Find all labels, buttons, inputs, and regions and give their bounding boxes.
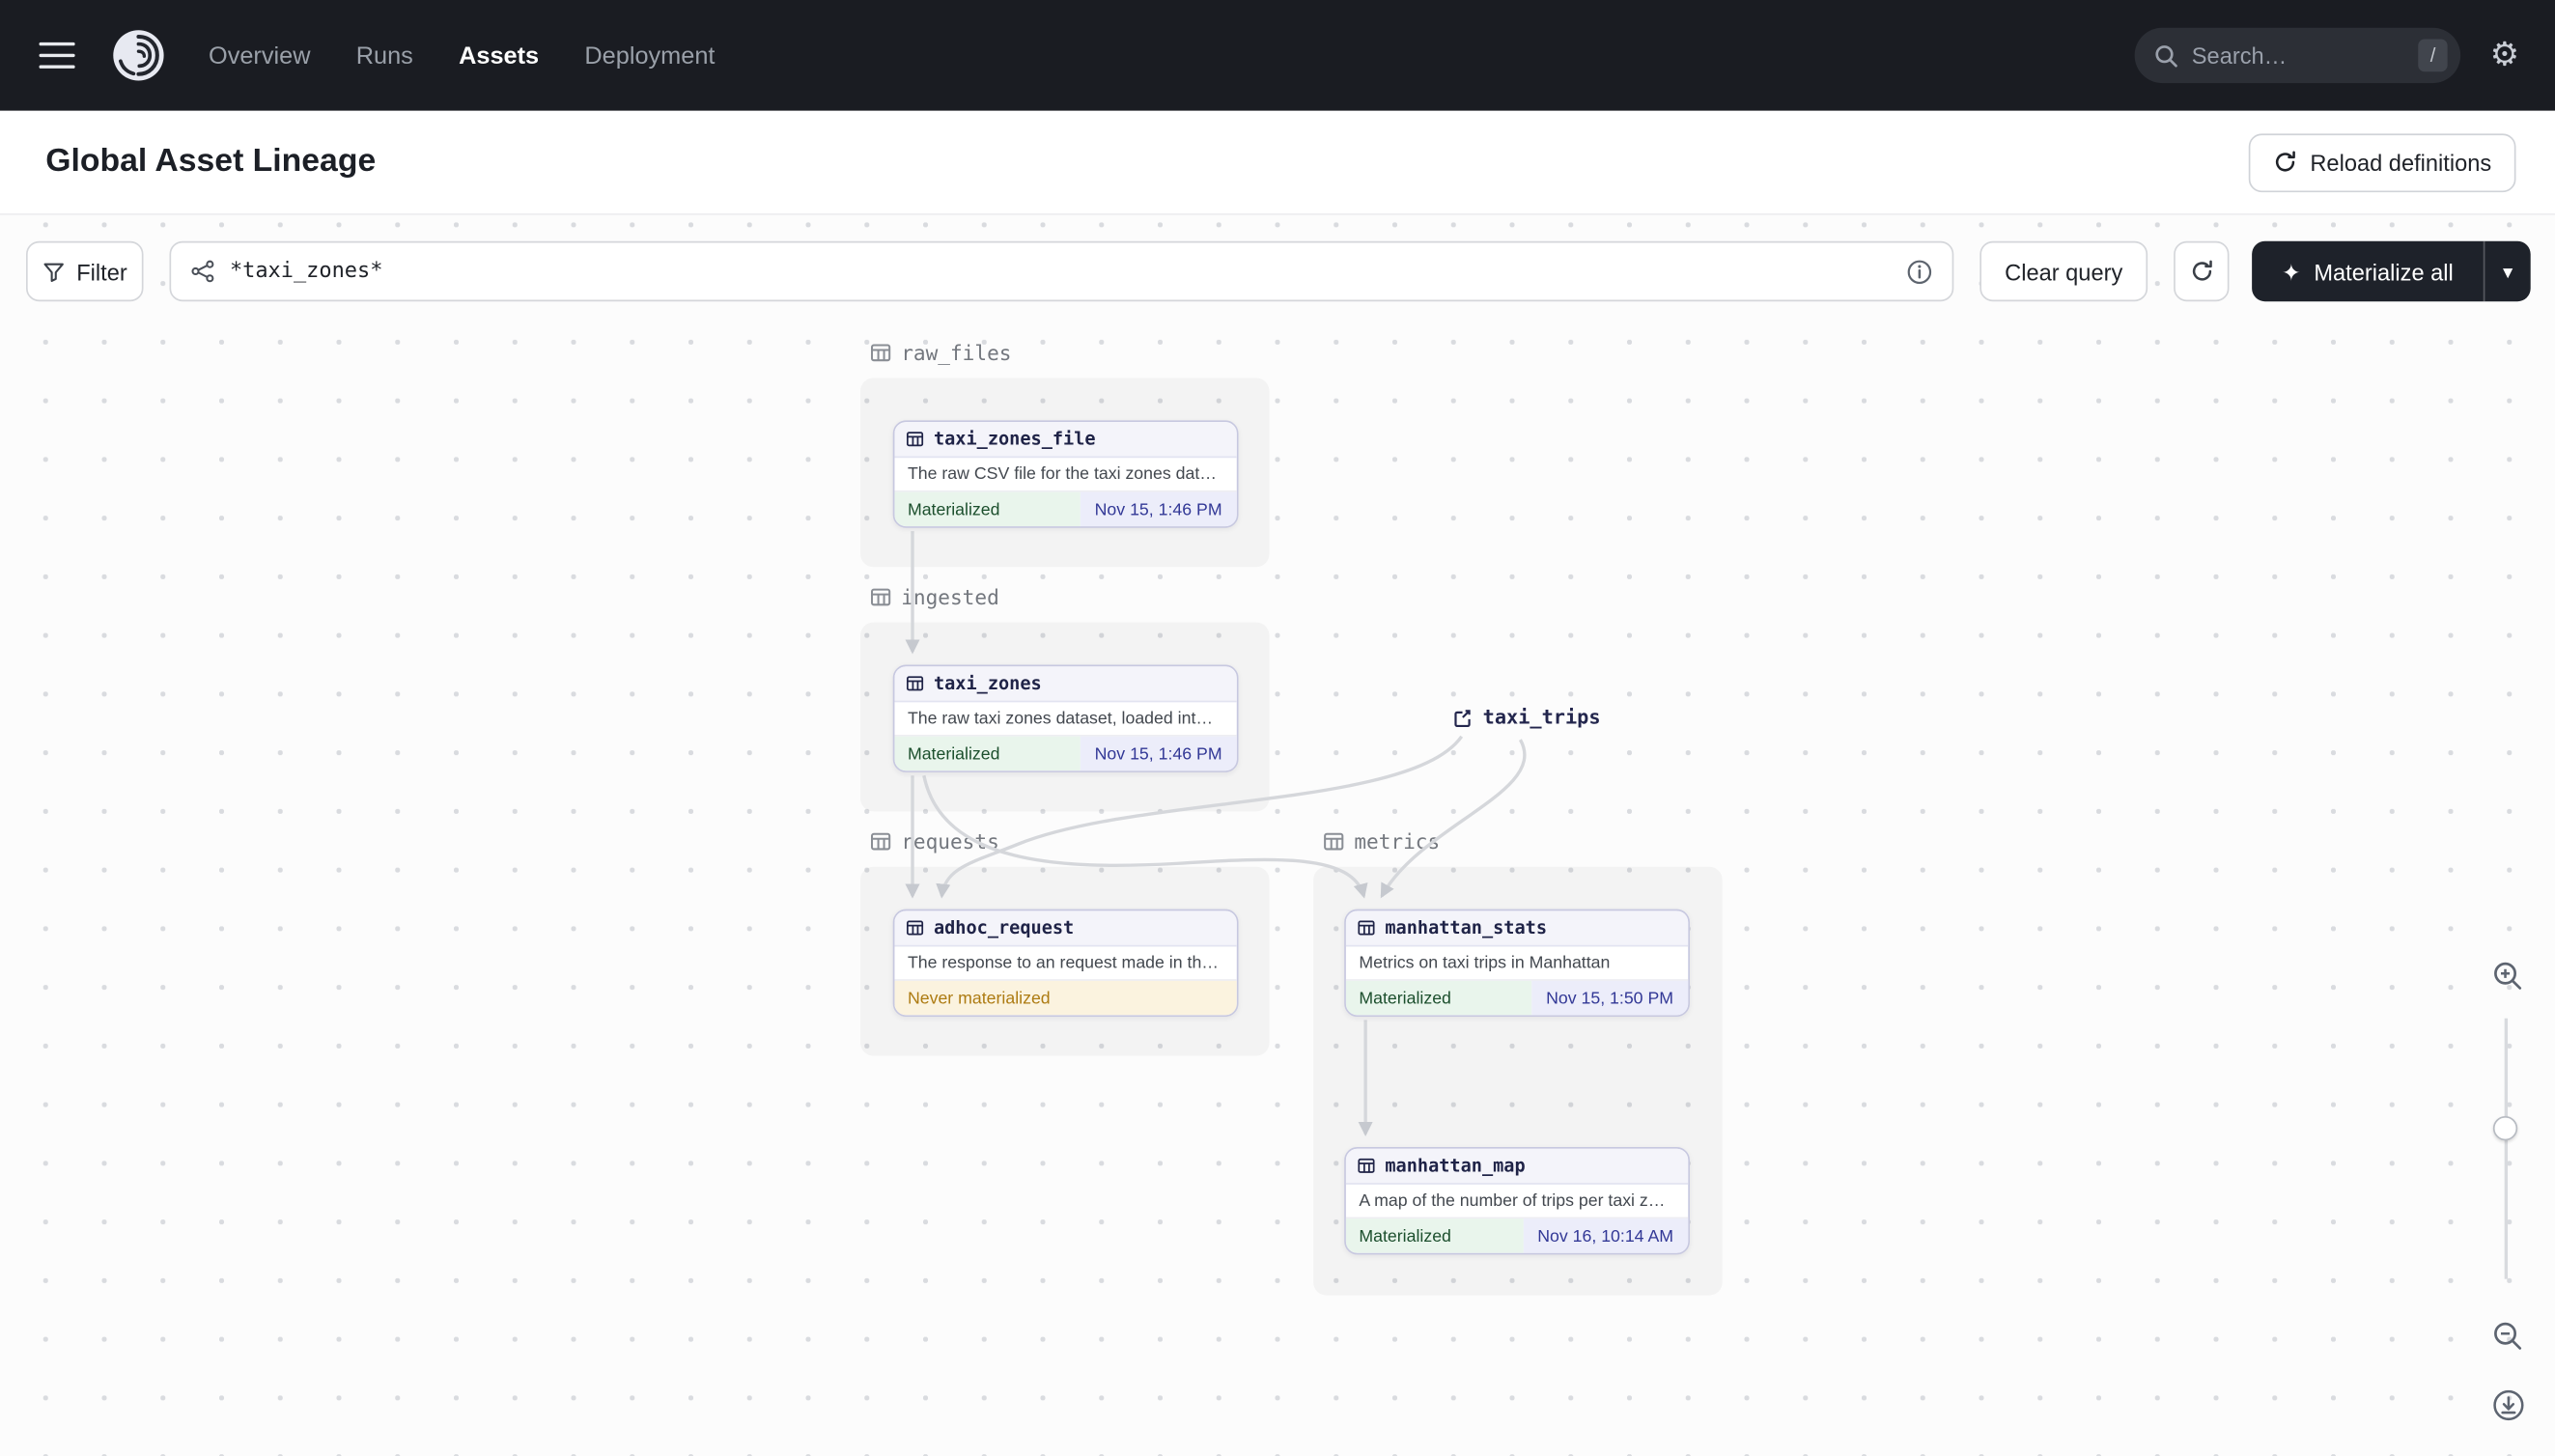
asset-node-header: taxi_zones bbox=[894, 666, 1237, 703]
asset-description: Metrics on taxi trips in Manhattan bbox=[1359, 953, 1611, 973]
asset-node-header: taxi_zones_file bbox=[894, 422, 1237, 459]
top-navbar: Overview Runs Assets Deployment / ⚙ bbox=[0, 0, 2555, 111]
asset-description: The raw taxi zones dataset, loaded int… bbox=[907, 709, 1214, 729]
asset-name: taxi_zones bbox=[933, 672, 1042, 694]
asset-taxi_trips[interactable]: taxi_trips bbox=[1452, 705, 1601, 729]
status-badge: Materialized bbox=[894, 736, 1081, 771]
asset-node-manhattan_map[interactable]: manhattan_map A map of the number of tri… bbox=[1344, 1147, 1690, 1255]
asset-footer: Materialized Nov 15, 1:46 PM bbox=[894, 735, 1237, 771]
asset-node-taxi_zones_file[interactable]: taxi_zones_file The raw CSV file for the… bbox=[892, 420, 1239, 528]
asset-footer: Materialized Nov 16, 10:14 AM bbox=[1345, 1217, 1689, 1253]
materialize-all-button[interactable]: ✦ Materialize all bbox=[2252, 241, 2484, 301]
asset-description: The response to an request made in th… bbox=[907, 953, 1220, 973]
table-icon bbox=[906, 919, 924, 938]
lineage-toolbar: Filter Clear query bbox=[0, 240, 2555, 302]
info-icon[interactable] bbox=[1906, 258, 1932, 284]
table-icon bbox=[906, 675, 924, 693]
external-asset-name: taxi_trips bbox=[1482, 705, 1601, 729]
asset-footer: Materialized Nov 15, 1:46 PM bbox=[894, 490, 1237, 527]
zoom-slider-track[interactable] bbox=[2504, 1018, 2509, 1279]
filter-label: Filter bbox=[76, 258, 127, 285]
page-title: Global Asset Lineage bbox=[45, 143, 377, 180]
reload-definitions-button[interactable]: Reload definitions bbox=[2248, 132, 2516, 192]
refresh-graph-button[interactable] bbox=[2174, 240, 2230, 302]
asset-description: The raw CSV file for the taxi zones dat… bbox=[907, 463, 1218, 485]
asset-description: A map of the number of trips per taxi z… bbox=[1359, 1190, 1666, 1211]
materialization-timestamp: Nov 15, 1:50 PM bbox=[1530, 980, 1689, 1016]
materialization-timestamp: Nov 16, 10:14 AM bbox=[1523, 1218, 1689, 1253]
asset-footer: Materialized Nov 15, 1:50 PM bbox=[1345, 979, 1689, 1016]
nav-links: Overview Runs Assets Deployment bbox=[209, 42, 715, 70]
asset-footer: Never materialized bbox=[894, 979, 1237, 1016]
menu-icon[interactable] bbox=[39, 42, 75, 69]
sparkle-icon: ✦ bbox=[2282, 258, 2301, 285]
asset-node-header: manhattan_map bbox=[1345, 1148, 1689, 1185]
page-header: Global Asset Lineage Reload definitions bbox=[0, 110, 2555, 215]
table-icon bbox=[1358, 1157, 1376, 1175]
clear-query-button[interactable]: Clear query bbox=[1979, 240, 2148, 302]
status-badge: Materialized bbox=[894, 491, 1081, 527]
refresh-icon bbox=[2189, 259, 2213, 283]
asset-node-header: manhattan_stats bbox=[1345, 910, 1689, 947]
dagster-logo[interactable] bbox=[111, 28, 166, 83]
settings-gear-icon[interactable]: ⚙ bbox=[2490, 40, 2519, 72]
search-icon bbox=[2155, 44, 2177, 67]
zoom-controls bbox=[2484, 215, 2529, 1456]
asset-name: adhoc_request bbox=[933, 917, 1075, 938]
asset-node-header: adhoc_request bbox=[894, 910, 1237, 947]
nav-item-runs[interactable]: Runs bbox=[356, 42, 413, 70]
dagster-logo-icon bbox=[113, 30, 164, 81]
reload-definitions-label: Reload definitions bbox=[2310, 149, 2492, 176]
navbar-right: / ⚙ bbox=[2134, 27, 2519, 84]
download-image-button[interactable] bbox=[2488, 1385, 2528, 1424]
lineage-edges bbox=[905, 531, 1527, 1137]
table-icon bbox=[1358, 919, 1376, 938]
nav-item-overview[interactable]: Overview bbox=[209, 42, 310, 70]
status-badge: Materialized bbox=[1345, 980, 1531, 1016]
nav-item-assets[interactable]: Assets bbox=[459, 42, 539, 70]
materialization-timestamp: Nov 15, 1:46 PM bbox=[1080, 736, 1237, 771]
global-search[interactable]: / bbox=[2134, 27, 2461, 84]
app-root: Overview Runs Assets Deployment / ⚙ Glob… bbox=[0, 0, 2555, 1456]
asset-selection-input-box[interactable] bbox=[169, 240, 1954, 302]
asset-node-manhattan_stats[interactable]: manhattan_stats Metrics on taxi trips in… bbox=[1344, 909, 1690, 1017]
search-shortcut-key: / bbox=[2418, 39, 2448, 72]
materialize-all-label: Materialize all bbox=[2314, 258, 2454, 285]
zoom-in-button[interactable] bbox=[2488, 957, 2528, 996]
zoom-out-button[interactable] bbox=[2488, 1317, 2528, 1357]
external-link-icon bbox=[1452, 707, 1474, 728]
materialization-timestamp: Nov 15, 1:46 PM bbox=[1080, 491, 1237, 527]
asset-selection-input[interactable] bbox=[229, 259, 1893, 284]
asset-node-taxi_zones[interactable]: taxi_zones The raw taxi zones dataset, l… bbox=[892, 664, 1239, 772]
asset-name: manhattan_stats bbox=[1385, 917, 1548, 938]
status-badge: Never materialized bbox=[894, 980, 1237, 1016]
graph-query-icon bbox=[191, 260, 214, 283]
clear-query-label: Clear query bbox=[2005, 258, 2123, 285]
asset-name: taxi_zones_file bbox=[933, 428, 1096, 450]
table-icon bbox=[906, 431, 924, 449]
asset-node-adhoc_request[interactable]: adhoc_request The response to an request… bbox=[892, 909, 1239, 1017]
lineage-canvas[interactable]: Filter Clear query bbox=[0, 214, 2555, 1456]
asset-name: manhattan_map bbox=[1385, 1155, 1526, 1177]
nav-item-deployment[interactable]: Deployment bbox=[584, 42, 715, 70]
filter-button[interactable]: Filter bbox=[26, 240, 144, 302]
funnel-icon bbox=[43, 262, 64, 282]
refresh-icon bbox=[2273, 150, 2297, 174]
zoom-slider-handle[interactable] bbox=[2492, 1115, 2518, 1141]
status-badge: Materialized bbox=[1345, 1218, 1524, 1253]
search-input[interactable] bbox=[2191, 42, 2405, 69]
